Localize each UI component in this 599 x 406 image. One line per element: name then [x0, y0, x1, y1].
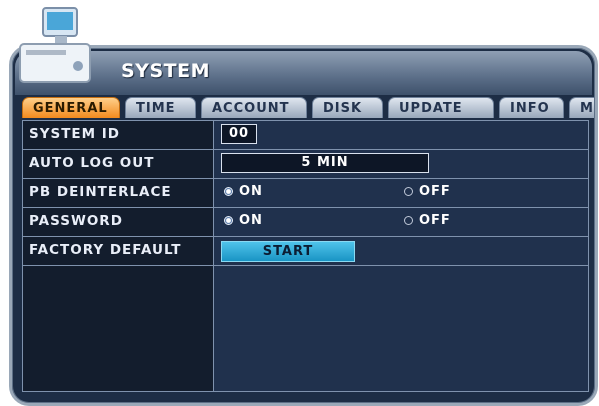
- radio-unselected-icon: [404, 216, 413, 225]
- tab-more[interactable]: M: [569, 97, 594, 118]
- row-factory-default: FACTORY DEFAULT START: [23, 237, 588, 266]
- tab-general[interactable]: GENERAL: [22, 97, 120, 118]
- system-id-label: SYSTEM ID: [29, 126, 121, 142]
- password-off-radio[interactable]: OFF: [404, 213, 451, 228]
- tab-update[interactable]: UPDATE: [388, 97, 494, 118]
- factory-default-label: FACTORY DEFAULT: [29, 242, 182, 258]
- tab-info[interactable]: INFO: [499, 97, 564, 118]
- auto-log-out-label: AUTO LOG OUT: [29, 155, 155, 171]
- row-pb-deinterlace: PB DEINTERLACE ON OFF: [23, 179, 588, 208]
- window-title: SYSTEM: [121, 60, 210, 82]
- pb-deinterlace-label: PB DEINTERLACE: [29, 184, 172, 200]
- row-system-id: SYSTEM ID 00: [23, 121, 588, 150]
- tab-time[interactable]: TIME: [125, 97, 196, 118]
- pb-deinterlace-on-radio[interactable]: ON: [224, 184, 263, 199]
- start-button[interactable]: START: [221, 241, 355, 262]
- tab-account[interactable]: ACCOUNT: [201, 97, 307, 118]
- tab-bar: GENERAL TIME ACCOUNT DISK UPDATE INFO M: [22, 96, 594, 120]
- settings-panel: SYSTEM ID 00 AUTO LOG OUT 5 MIN PB DEINT…: [22, 120, 589, 392]
- radio-selected-icon: [224, 216, 233, 225]
- password-label: PASSWORD: [29, 213, 123, 229]
- radio-selected-icon: [224, 187, 233, 196]
- pb-deinterlace-off-radio[interactable]: OFF: [404, 184, 451, 199]
- tab-disk[interactable]: DISK: [312, 97, 383, 118]
- radio-unselected-icon: [404, 187, 413, 196]
- auto-log-out-select[interactable]: 5 MIN: [221, 153, 429, 173]
- password-on-radio[interactable]: ON: [224, 213, 263, 228]
- system-id-input[interactable]: 00: [221, 124, 257, 144]
- row-auto-log-out: AUTO LOG OUT 5 MIN: [23, 150, 588, 179]
- row-password: PASSWORD ON OFF: [23, 208, 588, 237]
- computer-icon: [19, 7, 91, 83]
